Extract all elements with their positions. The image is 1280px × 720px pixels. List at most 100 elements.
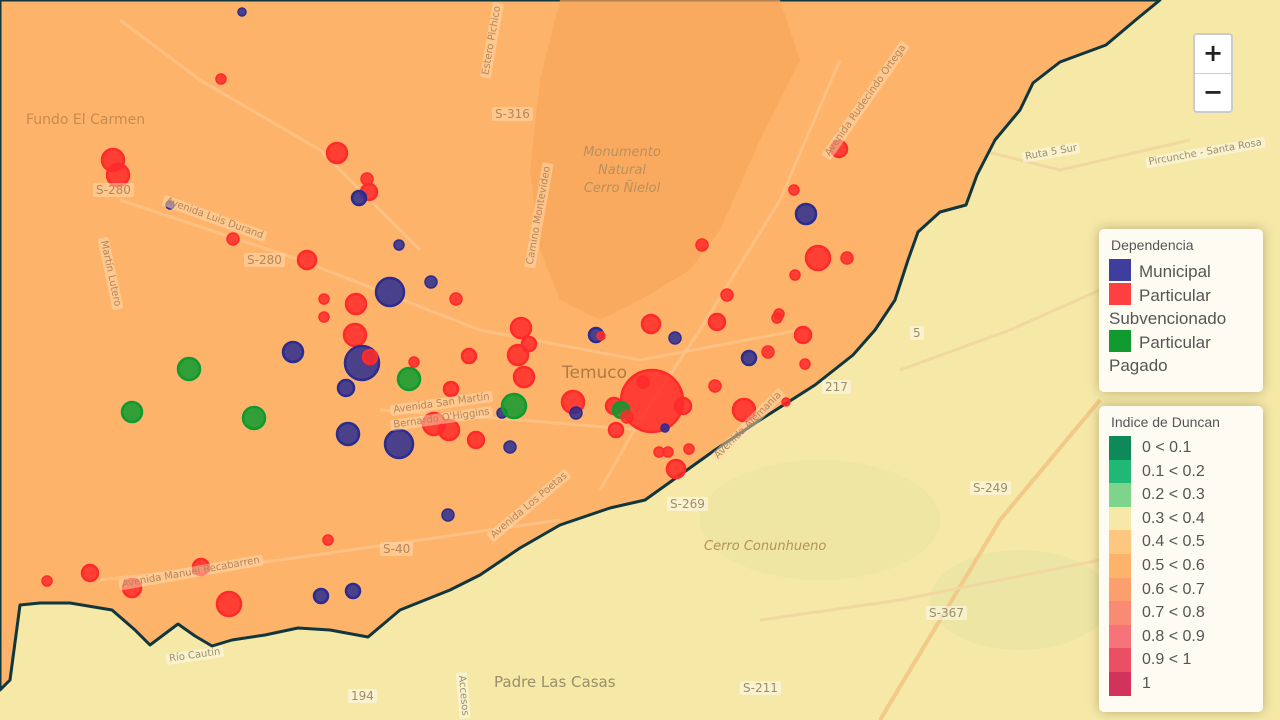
legend-label: 0.2 < 0.3 <box>1142 486 1205 504</box>
school-marker-particular-subvencionado[interactable] <box>41 575 53 587</box>
school-marker-municipal[interactable] <box>393 239 405 251</box>
school-marker-particular-subvencionado[interactable] <box>662 446 674 458</box>
school-marker-particular-subvencionado[interactable] <box>665 458 687 480</box>
school-marker-municipal[interactable] <box>374 276 406 308</box>
school-marker-particular-subvencionado[interactable] <box>466 430 486 450</box>
school-marker-particular-subvencionado[interactable] <box>408 356 420 368</box>
school-marker-particular-subvencionado[interactable] <box>804 244 832 272</box>
school-marker-particular-subvencionado[interactable] <box>761 345 775 359</box>
legend-item: 0.4 < 0.5 <box>1109 530 1253 554</box>
school-marker-particular-subvencionado[interactable] <box>509 316 533 340</box>
legend-item: 0.1 < 0.2 <box>1109 459 1253 484</box>
school-marker-particular-subvencionado[interactable] <box>695 238 709 252</box>
school-marker-municipal[interactable] <box>668 331 682 345</box>
school-marker-particular-subvencionado[interactable] <box>215 590 243 618</box>
legend-label: 0.5 < 0.6 <box>1142 556 1205 574</box>
legend-swatch <box>1109 624 1131 649</box>
legend-swatch <box>1109 436 1131 460</box>
school-marker-municipal[interactable] <box>503 440 517 454</box>
school-marker-municipal[interactable] <box>281 340 305 364</box>
road-label-s249: S-249 <box>970 481 1011 495</box>
school-marker-particular-subvencionado[interactable] <box>781 397 791 407</box>
school-marker-particular-pagado[interactable] <box>500 392 528 420</box>
school-marker-particular-subvencionado[interactable] <box>788 184 800 196</box>
legend-item: Particular Pagado <box>1109 330 1253 377</box>
legend-item: 1 <box>1109 671 1253 696</box>
school-marker-particular-pagado[interactable] <box>120 400 144 424</box>
school-marker-municipal[interactable] <box>569 406 583 420</box>
place-label-fundo-el-carmen: Fundo El Carmen <box>26 112 146 128</box>
legend-item: 0.8 < 0.9 <box>1109 624 1253 649</box>
school-marker-particular-subvencionado[interactable] <box>442 380 460 398</box>
school-marker-particular-subvencionado[interactable] <box>342 322 368 348</box>
school-marker-municipal[interactable] <box>312 587 330 605</box>
school-marker-particular-subvencionado[interactable] <box>707 312 727 332</box>
legend-title: Dependencia <box>1111 237 1194 253</box>
school-marker-municipal[interactable] <box>335 421 361 447</box>
legend-swatch <box>1109 648 1131 672</box>
school-marker-particular-subvencionado[interactable] <box>80 563 100 583</box>
school-marker-particular-subvencionado[interactable] <box>215 73 227 85</box>
legend-label: Municipal <box>1139 262 1211 281</box>
legend-item: 0.2 < 0.3 <box>1109 483 1253 507</box>
school-marker-municipal[interactable] <box>350 189 368 207</box>
place-label-cerro-conunhueno: Cerro Conunhueno <box>704 539 827 554</box>
legend-item: 0.7 < 0.8 <box>1109 601 1253 625</box>
school-marker-particular-subvencionado[interactable] <box>512 365 536 389</box>
school-marker-municipal[interactable] <box>424 275 438 289</box>
school-marker-particular-subvencionado[interactable] <box>771 312 783 324</box>
school-marker-municipal[interactable] <box>794 202 818 226</box>
legend-item: 0.5 < 0.6 <box>1109 553 1253 578</box>
school-marker-particular-pagado[interactable] <box>176 356 202 382</box>
school-marker-municipal[interactable] <box>740 349 758 367</box>
school-marker-municipal[interactable] <box>237 7 247 17</box>
school-marker-municipal[interactable] <box>336 378 356 398</box>
school-marker-particular-subvencionado[interactable] <box>325 141 349 165</box>
legend-label: 0.1 < 0.2 <box>1142 462 1205 480</box>
school-marker-particular-subvencionado[interactable] <box>720 288 734 302</box>
school-marker-municipal[interactable] <box>660 423 670 433</box>
school-marker-particular-subvencionado[interactable] <box>344 292 368 316</box>
legend-label: 0.9 < 1 <box>1142 651 1192 669</box>
school-marker-particular-subvencionado[interactable] <box>226 232 240 246</box>
school-marker-particular-subvencionado[interactable] <box>460 347 478 365</box>
school-marker-particular-subvencionado[interactable] <box>640 313 662 335</box>
school-marker-particular-subvencionado[interactable] <box>596 331 606 341</box>
legend-item: 0.6 < 0.7 <box>1109 577 1253 602</box>
school-marker-particular-subvencionado[interactable] <box>840 251 854 265</box>
zoom-in-button[interactable]: + <box>1195 35 1231 73</box>
school-marker-particular-subvencionado[interactable] <box>506 343 530 367</box>
school-marker-particular-subvencionado[interactable] <box>318 293 330 305</box>
road-label-5: 5 <box>910 326 924 340</box>
school-marker-particular-subvencionado[interactable] <box>793 325 813 345</box>
terrain-patch <box>930 550 1110 650</box>
school-marker-particular-subvencionado[interactable] <box>318 311 330 323</box>
school-marker-municipal[interactable] <box>441 508 455 522</box>
school-marker-particular-subvencionado[interactable] <box>673 396 693 416</box>
school-marker-particular-pagado[interactable] <box>396 366 422 392</box>
road-label-194: 194 <box>348 689 377 703</box>
map-canvas[interactable] <box>0 0 1280 720</box>
map-view[interactable]: Fundo El Carmen Temuco Monumento Natural… <box>0 0 1280 720</box>
school-marker-particular-subvencionado[interactable] <box>708 379 722 393</box>
legend-label: 0.7 < 0.8 <box>1142 604 1205 622</box>
school-marker-particular-subvencionado[interactable] <box>620 410 634 424</box>
school-marker-municipal[interactable] <box>383 428 415 460</box>
school-marker-particular-subvencionado[interactable] <box>322 534 334 546</box>
school-marker-particular-subvencionado[interactable] <box>789 269 801 281</box>
school-marker-particular-subvencionado[interactable] <box>683 443 695 455</box>
school-marker-particular-pagado[interactable] <box>241 405 267 431</box>
zoom-out-button[interactable]: − <box>1195 73 1231 111</box>
school-marker-particular-subvencionado[interactable] <box>449 292 463 306</box>
school-marker-particular-subvencionado[interactable] <box>607 421 625 439</box>
legend-item: Municipal <box>1109 259 1253 283</box>
school-marker-municipal[interactable] <box>344 582 362 600</box>
legend-label: 0.8 < 0.9 <box>1142 627 1205 645</box>
place-label-temuco: Temuco <box>562 363 628 383</box>
school-marker-particular-subvencionado[interactable] <box>799 358 811 370</box>
school-marker-particular-subvencionado[interactable] <box>361 348 379 366</box>
school-marker-particular-subvencionado[interactable] <box>296 249 318 271</box>
legend-swatch <box>1109 506 1131 531</box>
legend-swatch <box>1109 483 1131 507</box>
terrain-patch <box>700 460 940 580</box>
